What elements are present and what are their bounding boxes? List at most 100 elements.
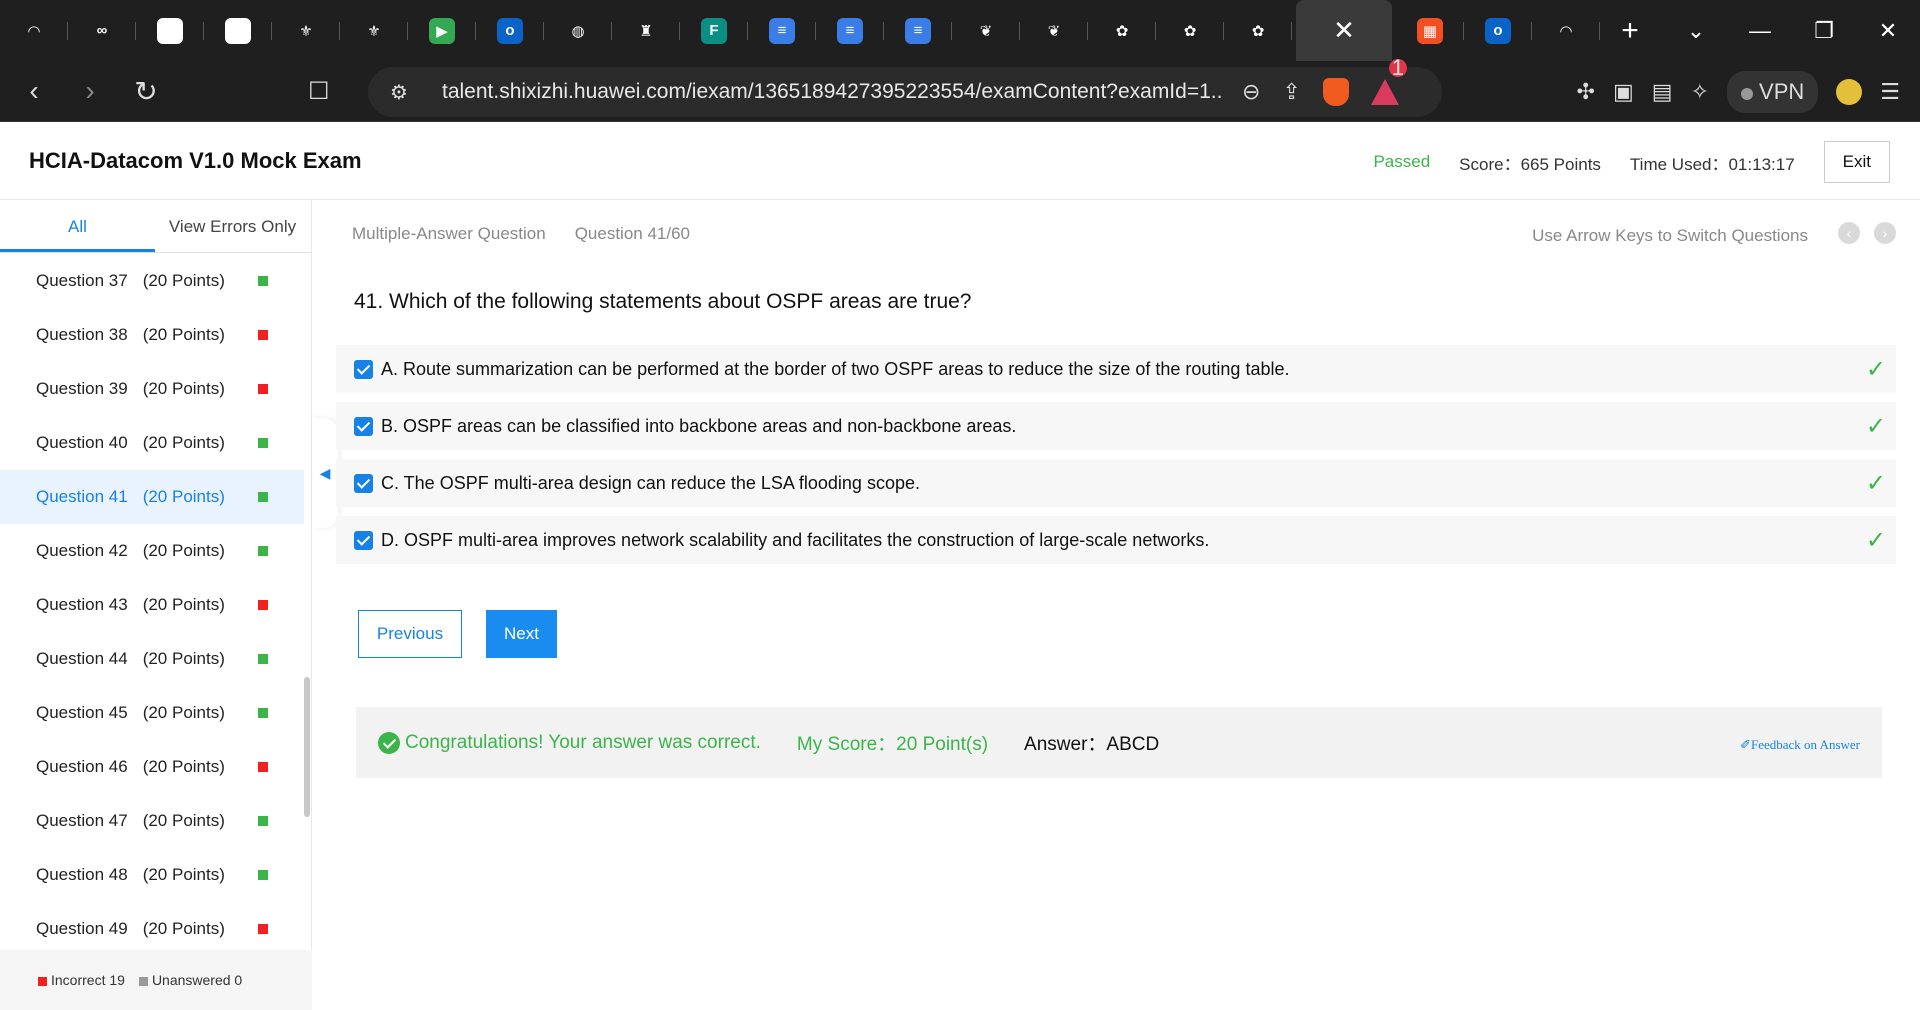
- status-square-icon: [258, 816, 268, 826]
- previous-button[interactable]: Previous: [358, 610, 462, 658]
- wallet-icon[interactable]: ▤: [1652, 79, 1673, 105]
- leo-ai-icon[interactable]: ✧: [1691, 79, 1709, 105]
- question-list-item[interactable]: Question 46 (20 Points): [0, 740, 304, 794]
- profile-avatar[interactable]: [1836, 78, 1863, 105]
- result-message: Congratulations! Your answer was correct…: [405, 731, 761, 753]
- tab-view-errors-only[interactable]: View Errors Only: [155, 200, 310, 252]
- sidebar-scrollbar[interactable]: [304, 677, 310, 817]
- docs-icon: ≡: [769, 17, 795, 44]
- minimize-icon[interactable]: —: [1728, 18, 1792, 44]
- browser-tab-bar: ◠ ∞ 6 6 ⚜ ⚜ ▶ o ◍ ♜ F ≡ ≡ ≡ ❦ ❦ ✿ ✿ ✿ ✕ ▦ o ◠ +: [0, 0, 1920, 61]
- address-bar[interactable]: ⚙ talent.shixizhi.huawei.com/iexam/13651…: [368, 57, 1442, 117]
- extensions-icon[interactable]: ✣: [1577, 79, 1595, 105]
- browser-tab[interactable]: ❦: [1020, 0, 1088, 61]
- question-label: Question 43: [36, 595, 128, 614]
- vpn-button[interactable]: VPN: [1727, 70, 1819, 113]
- unanswered-square-icon: [138, 976, 148, 986]
- exam-header: HCIA-Datacom V1.0 Mock Exam Passed Score…: [0, 122, 1920, 200]
- browser-tab[interactable]: o: [476, 0, 544, 61]
- share-icon[interactable]: ⇪: [1282, 79, 1300, 105]
- browser-tab[interactable]: ∞: [68, 0, 136, 61]
- browser-tab[interactable]: ♜: [612, 0, 680, 61]
- status-square-icon: [258, 276, 268, 286]
- question-list-item[interactable]: Question 39 (20 Points): [0, 362, 304, 416]
- tab-list-dropdown-icon[interactable]: ⌄: [1664, 18, 1728, 44]
- checkbox-checked-icon[interactable]: [354, 359, 373, 379]
- question-meta: Multiple-Answer Question Question 41/60: [352, 224, 690, 244]
- question-list-item[interactable]: Question 49 (20 Points): [0, 902, 304, 956]
- question-list-item[interactable]: Question 37 (20 Points): [0, 254, 304, 308]
- answer-option[interactable]: A. Route summarization can be performed …: [336, 345, 1896, 393]
- question-list-item[interactable]: Question 40 (20 Points): [0, 416, 304, 470]
- browser-tab-active[interactable]: ✕: [1296, 0, 1392, 61]
- next-question-icon[interactable]: ›: [1874, 222, 1896, 244]
- close-window-icon[interactable]: ✕: [1856, 18, 1920, 44]
- legend-incorrect: Incorrect 19: [38, 972, 125, 988]
- question-list-item[interactable]: Question 47 (20 Points): [0, 794, 304, 848]
- browser-tab[interactable]: ✿: [1156, 0, 1224, 61]
- brave-rewards-icon[interactable]: 1: [1370, 57, 1407, 105]
- browser-tab[interactable]: ≡: [748, 0, 816, 61]
- new-tab-button[interactable]: +: [1600, 14, 1660, 48]
- site-settings-icon[interactable]: ⚙: [390, 80, 420, 105]
- status-square-icon: [258, 924, 268, 934]
- browser-toolbar: ‹ › ↻ ☐ ⚙ talent.shixizhi.huawei.com/iex…: [0, 57, 1920, 122]
- browser-tab[interactable]: ⚜: [340, 0, 408, 61]
- question-list-item[interactable]: Question 48 (20 Points): [0, 848, 304, 902]
- pass-status: Passed: [1373, 152, 1431, 171]
- close-tab-icon[interactable]: ✕: [1333, 15, 1355, 46]
- docs-icon: ≡: [837, 17, 863, 44]
- bookmark-icon[interactable]: ☐: [308, 77, 330, 106]
- reload-icon[interactable]: ↻: [124, 75, 168, 108]
- next-button[interactable]: Next: [486, 610, 557, 658]
- prev-question-icon[interactable]: ‹: [1838, 222, 1860, 244]
- exit-button[interactable]: Exit: [1823, 141, 1890, 183]
- browser-tab[interactable]: ◍: [544, 0, 612, 61]
- browser-tab[interactable]: ≡: [884, 0, 952, 61]
- sidebar-toggle-icon[interactable]: ▣: [1613, 79, 1634, 105]
- url-text[interactable]: talent.shixizhi.huawei.com/iexam/1365189…: [442, 80, 1222, 104]
- forward-icon[interactable]: ›: [68, 75, 112, 107]
- zoom-icon[interactable]: ⊖: [1242, 79, 1260, 105]
- browser-tab[interactable]: 6: [204, 0, 272, 61]
- question-points: (20 Points): [142, 271, 225, 290]
- checkbox-checked-icon[interactable]: [354, 416, 373, 436]
- browser-tab[interactable]: ▦: [1396, 0, 1464, 61]
- browser-tab[interactable]: 6: [136, 0, 204, 61]
- browser-tab[interactable]: ≡: [816, 0, 884, 61]
- browser-tab[interactable]: ✿: [1224, 0, 1292, 61]
- question-points: (20 Points): [142, 649, 225, 668]
- answer-option[interactable]: B. OSPF areas can be classified into bac…: [336, 402, 1896, 450]
- collapse-sidebar-button[interactable]: ◀: [312, 418, 338, 528]
- browser-tab[interactable]: ⚜: [272, 0, 340, 61]
- exam-title: HCIA-Datacom V1.0 Mock Exam: [29, 148, 362, 173]
- tab-all[interactable]: All: [0, 200, 155, 252]
- browser-tab[interactable]: o: [1464, 0, 1532, 61]
- back-icon[interactable]: ‹: [12, 75, 56, 107]
- answer-option[interactable]: D. OSPF multi-area improves network scal…: [336, 516, 1896, 564]
- feedback-link[interactable]: ✐Feedback on Answer: [1740, 737, 1860, 753]
- question-label: Question 40: [36, 433, 128, 452]
- question-label: Question 42: [36, 541, 128, 560]
- browser-tab[interactable]: ▶: [408, 0, 476, 61]
- checkbox-checked-icon[interactable]: [354, 473, 373, 493]
- question-list-item[interactable]: Question 44 (20 Points): [0, 632, 304, 686]
- question-list-item[interactable]: Question 45 (20 Points): [0, 686, 304, 740]
- brave-shield-icon[interactable]: [1322, 78, 1349, 106]
- question-list-item[interactable]: Question 38 (20 Points): [0, 308, 304, 362]
- checkbox-checked-icon[interactable]: [354, 530, 373, 550]
- question-label: Question 38: [36, 325, 128, 344]
- question-list-item[interactable]: Question 41 (20 Points): [0, 470, 304, 524]
- browser-tab[interactable]: ◠: [0, 0, 68, 61]
- browser-tab[interactable]: F: [680, 0, 748, 61]
- browser-tab[interactable]: ◠: [1532, 0, 1600, 61]
- question-list-item[interactable]: Question 42 (20 Points): [0, 524, 304, 578]
- answer-option[interactable]: C. The OSPF multi-area design can reduce…: [336, 459, 1896, 507]
- huawei-icon: ✿: [1109, 17, 1135, 44]
- question-list-item[interactable]: Question 43 (20 Points): [0, 578, 304, 632]
- restore-icon[interactable]: ❐: [1792, 18, 1856, 44]
- speedometer-icon: ◠: [1553, 17, 1579, 44]
- menu-icon[interactable]: ☰: [1880, 79, 1900, 105]
- browser-tab[interactable]: ✿: [1088, 0, 1156, 61]
- browser-tab[interactable]: ❦: [952, 0, 1020, 61]
